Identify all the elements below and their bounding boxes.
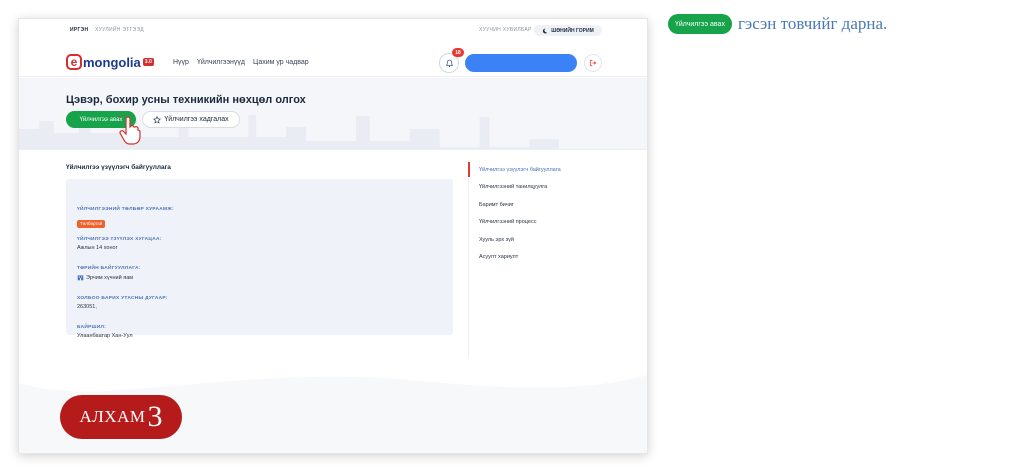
pointer-hand-icon <box>118 115 141 145</box>
side-nav-item-provider[interactable]: Үйлчилгээ үзүүлэгч байгууллага <box>468 161 638 179</box>
organization-name: Эрчим хүчний яам <box>86 274 134 281</box>
top-bar: ИРГЭН ХУУЛИЙН ЭТГЭЭД ХУУЧИН ХУВИЛБАР ШӨН… <box>19 19 647 41</box>
field-label: ҮЙЛЧИЛГЭЭ ҮЗҮҮЛЭХ ХУГАЦАА: <box>77 237 162 242</box>
field-label: ҮЙЛЧИЛГЭЭНИЙ ТӨЛБӨР ХУРААМЖ: <box>77 207 174 212</box>
section-title: Үйлчилгээ үзүүлэгч байгууллага <box>66 164 171 171</box>
legal-entity-link[interactable]: ХУУЛИЙН ЭТГЭЭД <box>95 27 144 33</box>
user-profile-button[interactable] <box>465 54 577 72</box>
side-nav-item-introduction[interactable]: Үйлчилгээний танилцуулга <box>468 179 638 197</box>
info-card: ҮЙЛЧИЛГЭЭНИЙ ТӨЛБӨР ХУРААМЖ: Төлбөртэй Ү… <box>66 179 453 339</box>
moon-icon <box>543 28 548 33</box>
notification-count-badge: 18 <box>452 48 464 57</box>
screenshot-panel: ИРГЭН ХУУЛИЙН ЭТГЭЭД ХУУЧИН ХУВИЛБАР ШӨН… <box>18 18 648 454</box>
field-organization: ТӨРИЙН БАЙГУУЛЛАГА: Эрчим хүчний яам <box>77 266 141 281</box>
paid-tag: Төлбөртэй <box>77 219 106 228</box>
side-nav-item-faq[interactable]: Асуулт хариулт <box>468 249 638 267</box>
field-value: 263051, <box>77 304 97 310</box>
step-number: 3 <box>147 400 163 433</box>
logo-word: mongolia <box>83 54 141 70</box>
star-icon <box>153 115 162 123</box>
field-value: Улаанбаатар Хан-Уул <box>77 333 133 339</box>
instruction: Үйлчилгээ авах гэсэн товчийг дарна. <box>668 14 887 34</box>
step-word: АЛХАМ <box>79 407 146 426</box>
logo-letter: e <box>66 54 82 70</box>
main-navbar: e mongolia 3.0 Нүүр Үйлчилгээнүүд Цахим … <box>19 45 647 77</box>
nav-menu: Нүүр Үйлчилгээнүүд Цахим ур чадвар <box>173 59 309 66</box>
old-version-link[interactable]: ХУУЧИН ХУВИЛБАР <box>479 27 532 33</box>
logo-version: 3.0 <box>142 58 154 66</box>
field-phone: ХОЛБОО БАРИХ УТАСНЫ ДУГААР: 263051, <box>77 296 168 310</box>
side-nav-item-law[interactable]: Хууль эрх зүй <box>468 231 638 249</box>
dark-mode-label: ШӨНИЙН ГОРИМ <box>551 27 594 34</box>
save-service-button[interactable]: Үйлчилгээ хадгалах <box>142 111 240 128</box>
field-label: БАЙРШИЛ: <box>77 325 107 330</box>
bell-icon <box>445 59 453 67</box>
building-icon <box>77 275 84 281</box>
side-nav: Үйлчилгээ үзүүлэгч байгууллага Үйлчилгээ… <box>468 161 638 266</box>
logout-button[interactable] <box>584 54 602 72</box>
field-value: Эрчим хүчний яам <box>77 274 141 281</box>
field-value: Ажлын 14 хоног <box>77 245 118 251</box>
nav-item-home[interactable]: Нүүр <box>173 59 189 66</box>
save-service-label: Үйлчилгээ хадгалах <box>164 116 229 123</box>
side-nav-item-process[interactable]: Үйлчилгээний процесс <box>468 214 638 232</box>
logout-icon <box>590 59 597 67</box>
nav-item-digital-skills[interactable]: Цахим ур чадвар <box>253 59 309 66</box>
emongolia-logo[interactable]: e mongolia 3.0 <box>66 53 154 71</box>
step-badge: АЛХАМ 3 <box>60 395 182 439</box>
dark-mode-toggle[interactable]: ШӨНИЙН ГОРИМ <box>534 25 602 36</box>
nav-item-services[interactable]: Үйлчилгээнүүд <box>197 59 245 66</box>
citizen-link[interactable]: ИРГЭН <box>70 27 88 33</box>
instruction-text: гэсэн товчийг дарна. <box>737 14 888 33</box>
field-fee: ҮЙЛЧИЛГЭЭНИЙ ТӨЛБӨР ХУРААМЖ: Төлбөртэй <box>77 207 174 230</box>
field-label: ХОЛБОО БАРИХ УТАСНЫ ДУГААР: <box>77 296 168 301</box>
field-location: БАЙРШИЛ: Улаанбаатар Хан-Уул <box>77 325 133 339</box>
field-label: ТӨРИЙН БАЙГУУЛЛАГА: <box>77 266 141 271</box>
page-title: Цэвэр, бохир усны техникийн нөхцөл олгох <box>66 94 306 106</box>
field-duration: ҮЙЛЧИЛГЭЭ ҮЗҮҮЛЭХ ХУГАЦАА: Ажлын 14 хоно… <box>77 237 162 251</box>
tutorial-slide: ИРГЭН ХУУЛИЙН ЭТГЭЭД ХУУЧИН ХУВИЛБАР ШӨН… <box>0 0 1024 474</box>
side-nav-item-documents[interactable]: Баримт бичиг <box>468 196 638 214</box>
instruction-button-sample: Үйлчилгээ авах <box>668 14 732 34</box>
